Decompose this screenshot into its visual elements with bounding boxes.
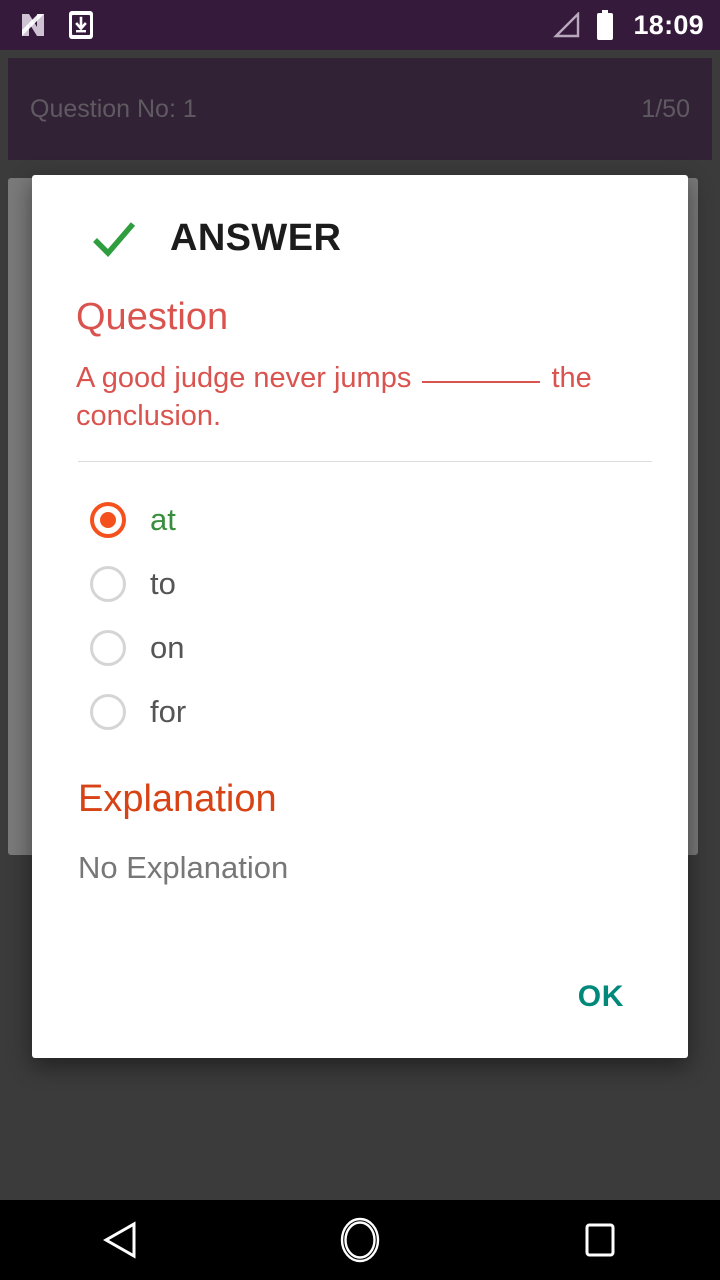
explanation-section-text: No Explanation [78,850,289,886]
status-bar-right-icons: 18:09 [551,10,704,41]
nav-home-button[interactable] [300,1200,420,1280]
option-row-to[interactable]: to [44,552,668,616]
nav-back-button[interactable] [60,1200,180,1280]
status-bar-clock: 18:09 [633,9,704,40]
nav-recents-button[interactable] [540,1200,660,1280]
option-row-at[interactable]: at [44,488,668,552]
option-row-on[interactable]: on [44,616,668,680]
dialog-header: ANSWER [32,175,688,260]
home-circle-icon [339,1217,381,1263]
recents-square-icon [583,1221,617,1259]
answer-options-list: at to on for [44,488,668,744]
nougat-icon [18,10,48,40]
dialog-body: Question A good judge never jumps the co… [32,296,688,886]
status-bar: 18:09 [0,0,720,50]
question-section-text: A good judge never jumps the conclusion. [76,360,636,435]
question-divider [78,461,652,463]
download-to-device-icon [68,10,94,40]
option-label: to [150,566,176,602]
question-section-heading: Question [76,296,229,338]
radio-unselected-icon[interactable] [90,566,126,603]
back-triangle-icon [103,1221,137,1259]
battery-icon [595,10,615,40]
check-icon [92,219,136,259]
signal-icon [551,12,581,38]
question-text-before-blank: A good judge never jumps [76,361,412,394]
dialog-actions: OK [570,970,688,1058]
option-row-for[interactable]: for [44,680,668,744]
radio-unselected-icon[interactable] [90,694,126,731]
status-bar-left-icons [18,10,94,40]
radio-selected-icon[interactable] [90,502,126,539]
android-nav-bar [0,1200,720,1280]
radio-unselected-icon[interactable] [90,630,126,667]
ok-button[interactable]: OK [570,970,632,1024]
explanation-section-heading: Explanation [78,778,277,821]
option-label: on [150,630,185,666]
phone-screen: 18:09 Question No: 1 1/50 Question A goo… [0,0,720,1280]
dialog-title: ANSWER [170,217,342,259]
answer-dialog: ANSWER Question A good judge never jumps… [32,175,688,1058]
option-label: for [150,694,187,730]
answer-blank-underline [422,380,541,383]
option-label: at [150,502,176,538]
